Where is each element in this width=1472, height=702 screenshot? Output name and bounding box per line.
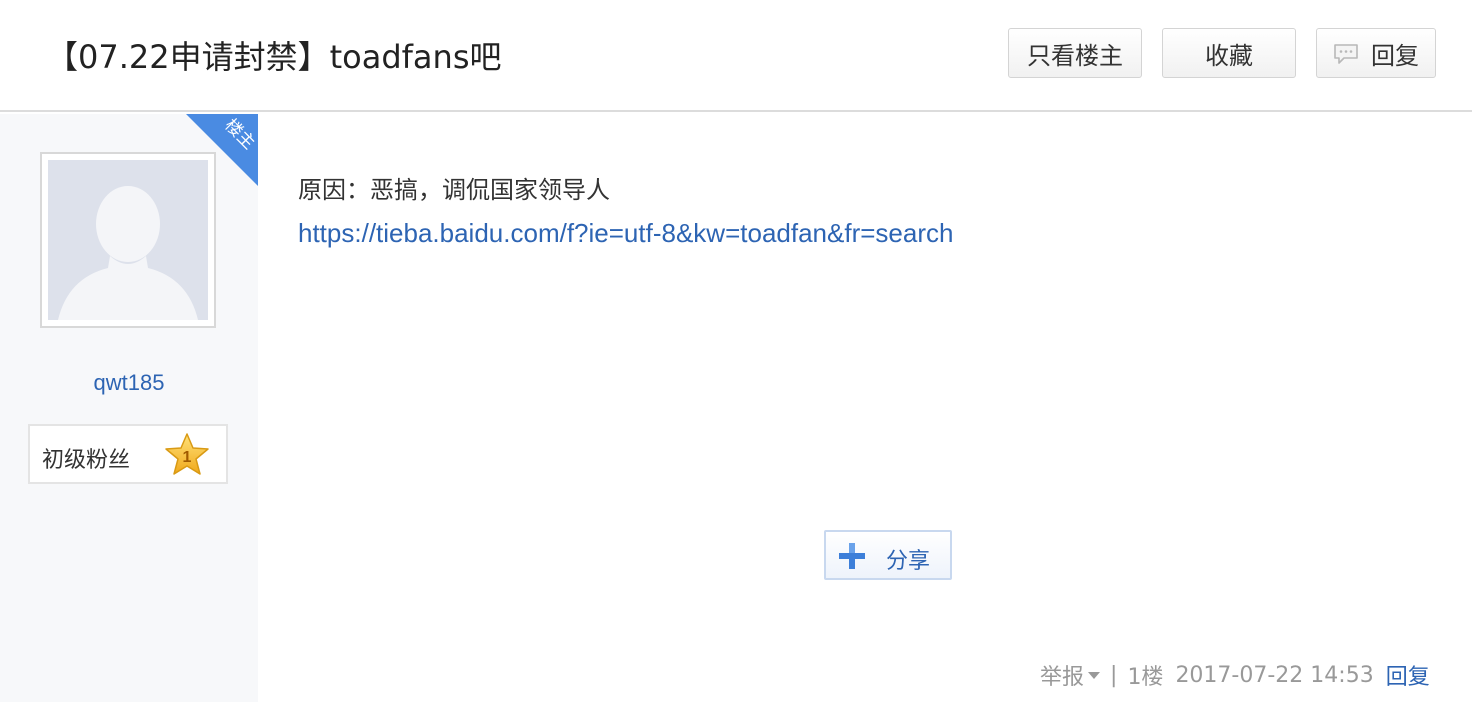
- share-label: 分享: [886, 549, 931, 574]
- reply-button[interactable]: 回复: [1316, 28, 1436, 78]
- level-number: 1: [183, 449, 192, 466]
- star-icon: 1: [164, 432, 210, 476]
- only-lz-button[interactable]: 只看楼主: [1008, 28, 1142, 78]
- report-label: 举报: [1040, 665, 1085, 690]
- post-footer: 举报 | 1楼 2017-07-22 14:53 回复: [1040, 659, 1430, 691]
- favorite-button[interactable]: 收藏: [1162, 28, 1296, 78]
- share-plus-icon: [838, 542, 866, 570]
- only-lz-label: 只看楼主: [1027, 41, 1123, 70]
- thread-header: 【07.22申请封禁】toadfans吧 只看楼主 收藏 回复: [0, 0, 1472, 112]
- share-button[interactable]: 分享: [824, 530, 952, 580]
- favorite-label: 收藏: [1205, 41, 1253, 70]
- reply-link[interactable]: 回复: [1386, 659, 1430, 691]
- reply-label: 回复: [1371, 41, 1419, 70]
- post-time: 2017-07-22 14:53: [1175, 662, 1374, 688]
- floor-number: 1楼: [1127, 665, 1164, 690]
- post-reason-text: 原因：恶搞，调侃国家领导人: [298, 176, 610, 204]
- dropdown-caret-icon: [1088, 671, 1101, 679]
- author-panel: 楼主 qwt185 初级粉丝 1: [0, 114, 258, 702]
- comment-icon: [1333, 43, 1359, 64]
- footer-separator: |: [1110, 662, 1118, 688]
- post-link[interactable]: https://tieba.baidu.com/f?ie=utf-8&kw=to…: [298, 218, 953, 249]
- fan-level-badge[interactable]: 初级粉丝 1: [28, 424, 228, 484]
- report-button[interactable]: 举报: [1040, 659, 1101, 691]
- username-link[interactable]: qwt185: [0, 370, 258, 396]
- default-avatar-icon: [48, 160, 208, 320]
- lz-badge: 楼主: [186, 114, 258, 186]
- thread-title: 【07.22申请封禁】toadfans吧: [46, 38, 502, 76]
- level-name: 初级粉丝: [42, 448, 131, 473]
